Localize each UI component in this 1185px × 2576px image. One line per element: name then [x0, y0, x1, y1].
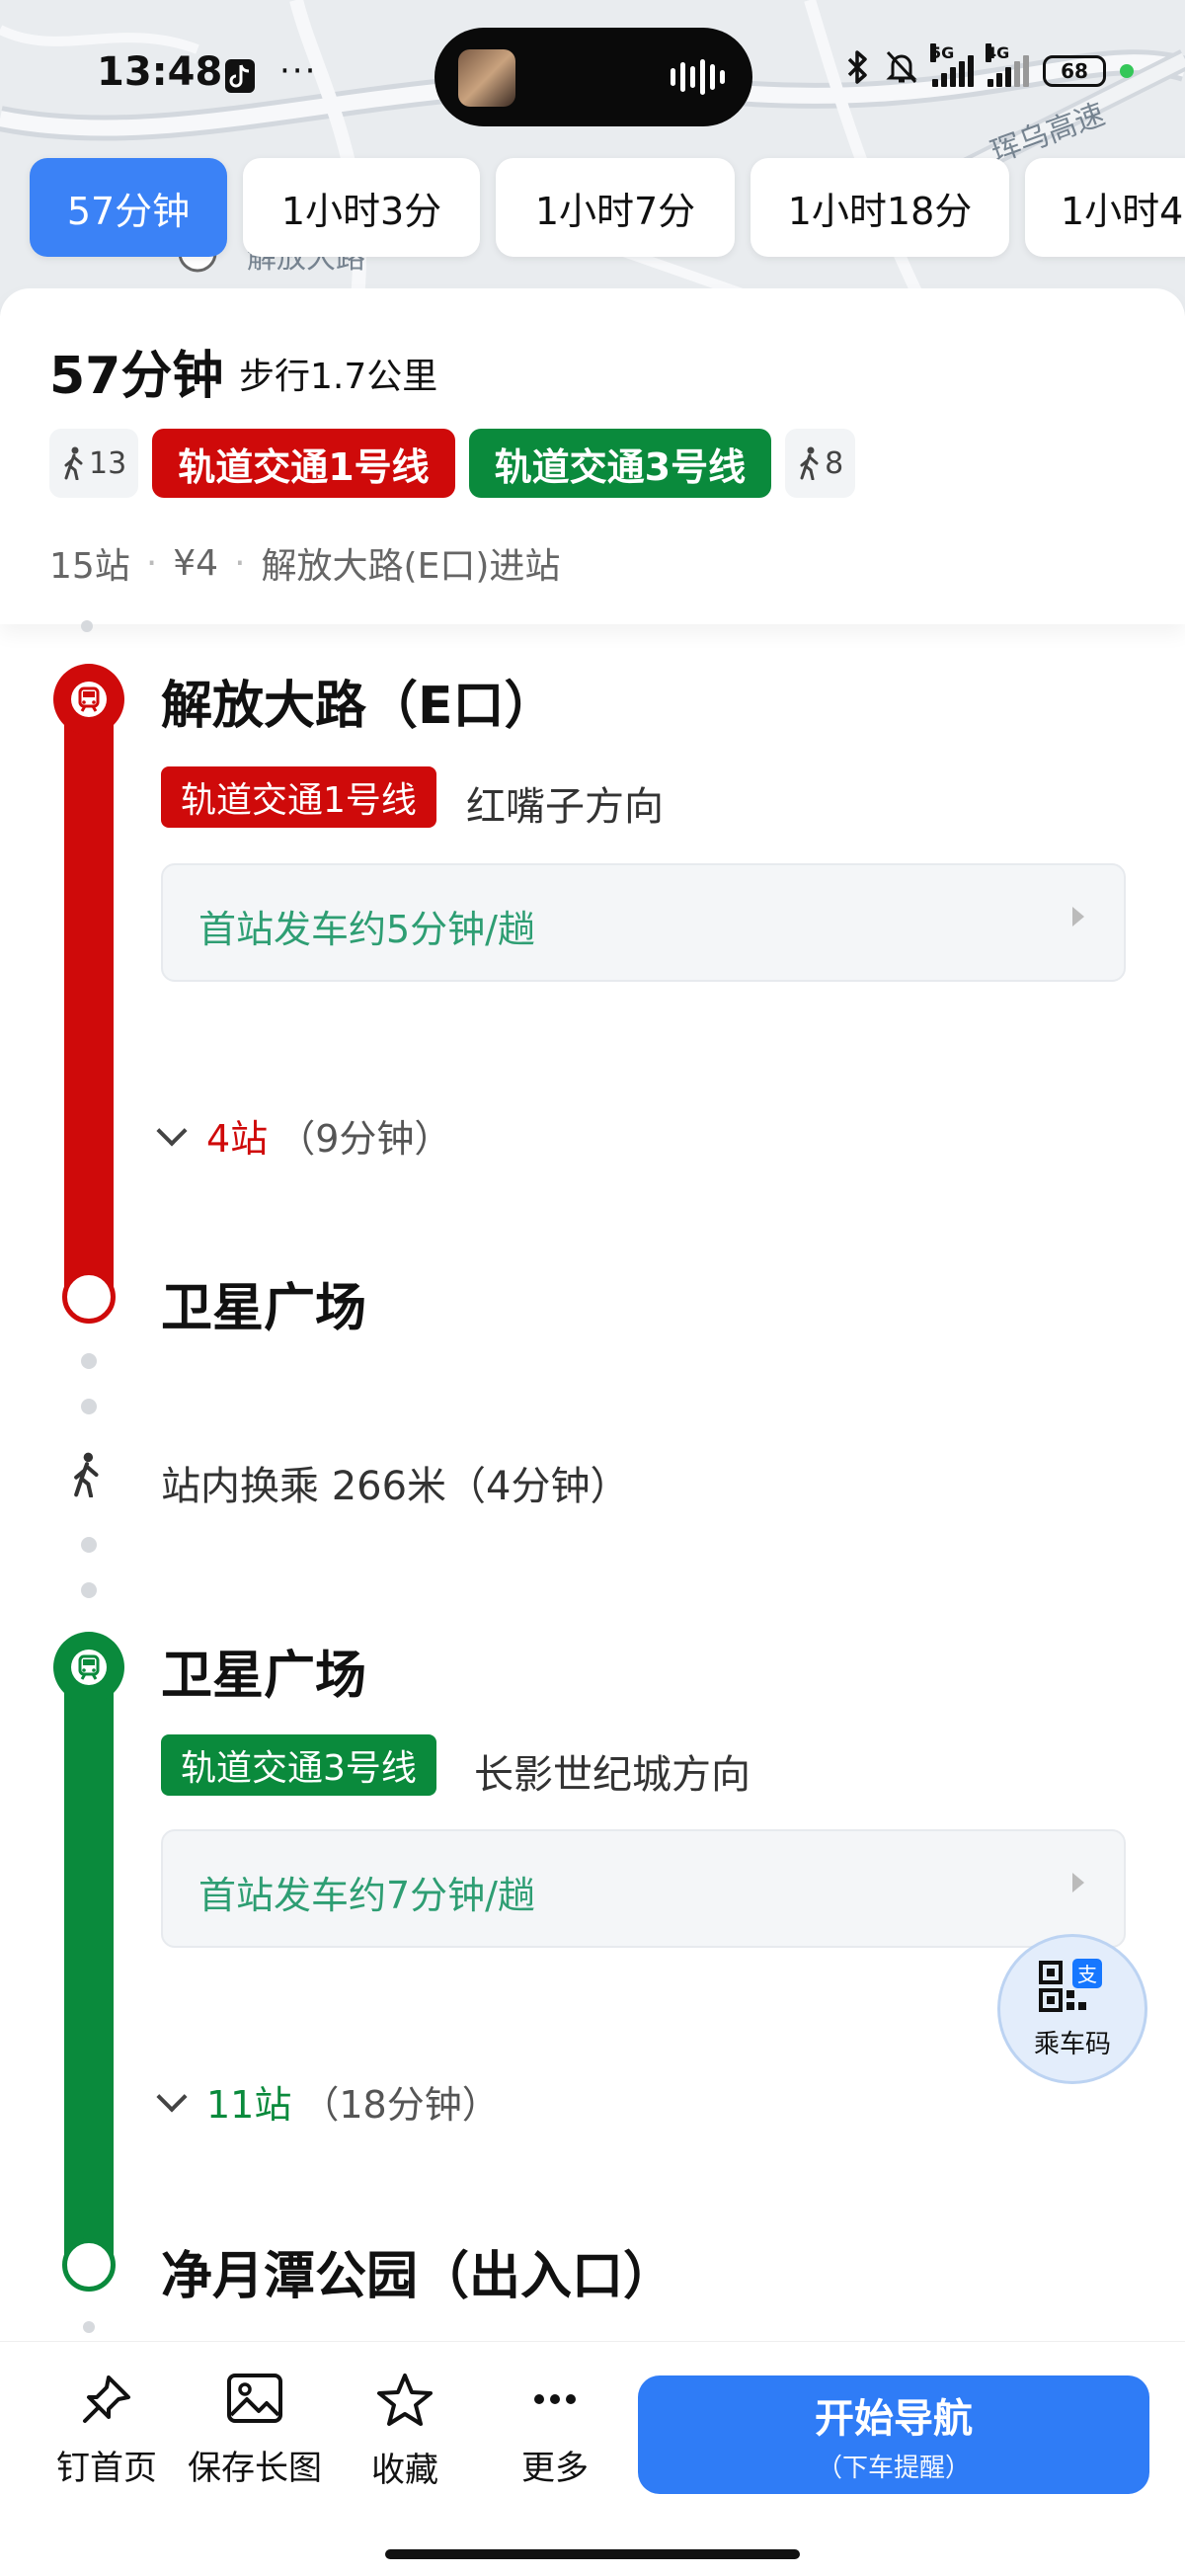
mute-bell-icon [885, 49, 918, 93]
station-start-2[interactable]: 卫星广场 [161, 1634, 366, 1708]
ride-code-label: 乘车码 [1033, 2029, 1111, 2059]
stops-time-1: （9分钟） [277, 1117, 452, 1161]
media-thumbnail [458, 49, 515, 107]
star-icon [377, 2374, 433, 2426]
walk-chip-end: 8 [785, 429, 856, 498]
timeline-dot [81, 620, 93, 632]
more-status-icon: ··· [279, 51, 318, 91]
more-icon [534, 2394, 576, 2404]
frequency-text-1: 首站发车约5分钟/趟 [198, 908, 535, 951]
timeline-dot [83, 2321, 95, 2333]
frequency-box-2[interactable]: 首站发车约7分钟/趟 [161, 1829, 1126, 1948]
route-tabs: 57分钟 1小时3分 1小时7分 1小时18分 1小时4 [30, 158, 1185, 257]
route-tab-3[interactable]: 1小时7分 [496, 158, 735, 257]
stops-count: 15站 [49, 546, 130, 587]
audio-wave-icon [671, 59, 725, 95]
pin-icon [83, 2375, 130, 2423]
station-end-marker [62, 2238, 116, 2292]
line-1-bar [64, 697, 114, 1290]
privacy-indicator-icon [1120, 64, 1134, 78]
station-end-2[interactable]: 净月潭公园（出入口） [161, 2234, 674, 2308]
status-time: 13:48 [97, 49, 223, 95]
system-icons: 5G 4G 68 [845, 43, 1134, 93]
walk-chip-start: 13 [49, 429, 139, 498]
more-button[interactable]: 更多 [486, 2372, 624, 2489]
entrance: 解放大路(E口)进站 [261, 546, 561, 587]
line-3-chip: 轨道交通3号线 [468, 429, 772, 498]
route-tab-1[interactable]: 57分钟 [30, 158, 227, 257]
line-1-tag: 轨道交通1号线 [161, 766, 436, 828]
svg-text:支: 支 [1077, 1963, 1097, 1986]
stops-time-2: （18分钟） [301, 2083, 500, 2127]
favorite-button[interactable]: 收藏 [336, 2372, 474, 2491]
walk-icon [69, 1452, 105, 1501]
direction-1: 红嘴子方向 [466, 784, 664, 830]
direction-2: 长影世纪城方向 [474, 1752, 750, 1798]
tiktok-icon [225, 59, 255, 101]
route-tab-5[interactable]: 1小时4 [1025, 158, 1185, 257]
bottom-action-bar: 钉首页 保存长图 收藏 更多 开始导航 （下车提醒） [0, 2341, 1185, 2576]
station-start-1[interactable]: 解放大路（E口） [161, 664, 556, 738]
station-end-1[interactable]: 卫星广场 [161, 1266, 366, 1340]
transfer-info: 站内换乘 266米（4分钟） [161, 1464, 630, 1509]
route-tab-4[interactable]: 1小时18分 [750, 158, 1009, 257]
chevron-right-icon [1072, 907, 1084, 926]
route-summary-card[interactable]: 57分钟 步行1.7公里 13 轨道交通1号线 轨道交通3号线 8 15站 · … [0, 288, 1185, 624]
frequency-text-2: 首站发车约7分钟/趟 [198, 1874, 535, 1917]
status-bar: 13:48 ··· 5G 4G 68 [0, 28, 1185, 126]
home-indicator[interactable] [385, 2549, 800, 2559]
bluetooth-icon [845, 49, 871, 93]
frequency-box-1[interactable]: 首站发车约5分钟/趟 [161, 863, 1126, 982]
chevron-down-icon [156, 2080, 188, 2113]
line-3-tag: 轨道交通3号线 [161, 1734, 436, 1796]
stops-toggle-1[interactable]: 4站 （9分钟） [156, 1108, 452, 1163]
stops-count-1: 4站 [206, 1117, 269, 1161]
signal-5g-icon: 5G [930, 43, 974, 87]
route-walk-distance: 步行1.7公里 [239, 357, 438, 397]
chevron-right-icon [1072, 1873, 1084, 1892]
timeline-dot [81, 1582, 97, 1598]
stops-toggle-2[interactable]: 11站 （18分钟） [156, 2074, 500, 2129]
line-1-chip: 轨道交通1号线 [152, 429, 455, 498]
signal-4g-icon: 4G [986, 43, 1029, 87]
dynamic-island[interactable] [434, 28, 752, 126]
route-tab-2[interactable]: 1小时3分 [243, 158, 480, 257]
start-navigation-label: 开始导航 [815, 2395, 973, 2442]
battery-icon: 68 [1043, 55, 1106, 87]
route-chips: 13 轨道交通1号线 轨道交通3号线 8 [49, 429, 856, 498]
fare: ¥4 [173, 542, 219, 584]
timeline-dot [81, 1353, 97, 1369]
image-icon [227, 2374, 282, 2423]
alight-reminder-label: （下车提醒） [816, 2453, 971, 2483]
route-meta: 15站 · ¥4 · 解放大路(E口)进站 [49, 537, 560, 589]
ride-code-button[interactable]: 支 乘车码 [997, 1934, 1147, 2084]
line-3-bar [64, 1669, 114, 2266]
route-duration: 57分钟 [49, 347, 224, 406]
metro-icon [53, 664, 124, 735]
start-navigation-button[interactable]: 开始导航 （下车提醒） [638, 2375, 1149, 2494]
qr-code-icon: 支 [1039, 1958, 1102, 2012]
chevron-down-icon [156, 1114, 188, 1147]
save-image-button[interactable]: 保存长图 [186, 2372, 324, 2489]
metro-icon [53, 1632, 124, 1703]
walk-icon [800, 446, 819, 480]
timeline-dot [81, 1537, 97, 1553]
station-end-marker [62, 1270, 116, 1324]
pin-home-button[interactable]: 钉首页 [38, 2372, 176, 2489]
stops-count-2: 11站 [206, 2083, 292, 2127]
walk-icon [64, 446, 83, 480]
timeline-dot [81, 1399, 97, 1414]
